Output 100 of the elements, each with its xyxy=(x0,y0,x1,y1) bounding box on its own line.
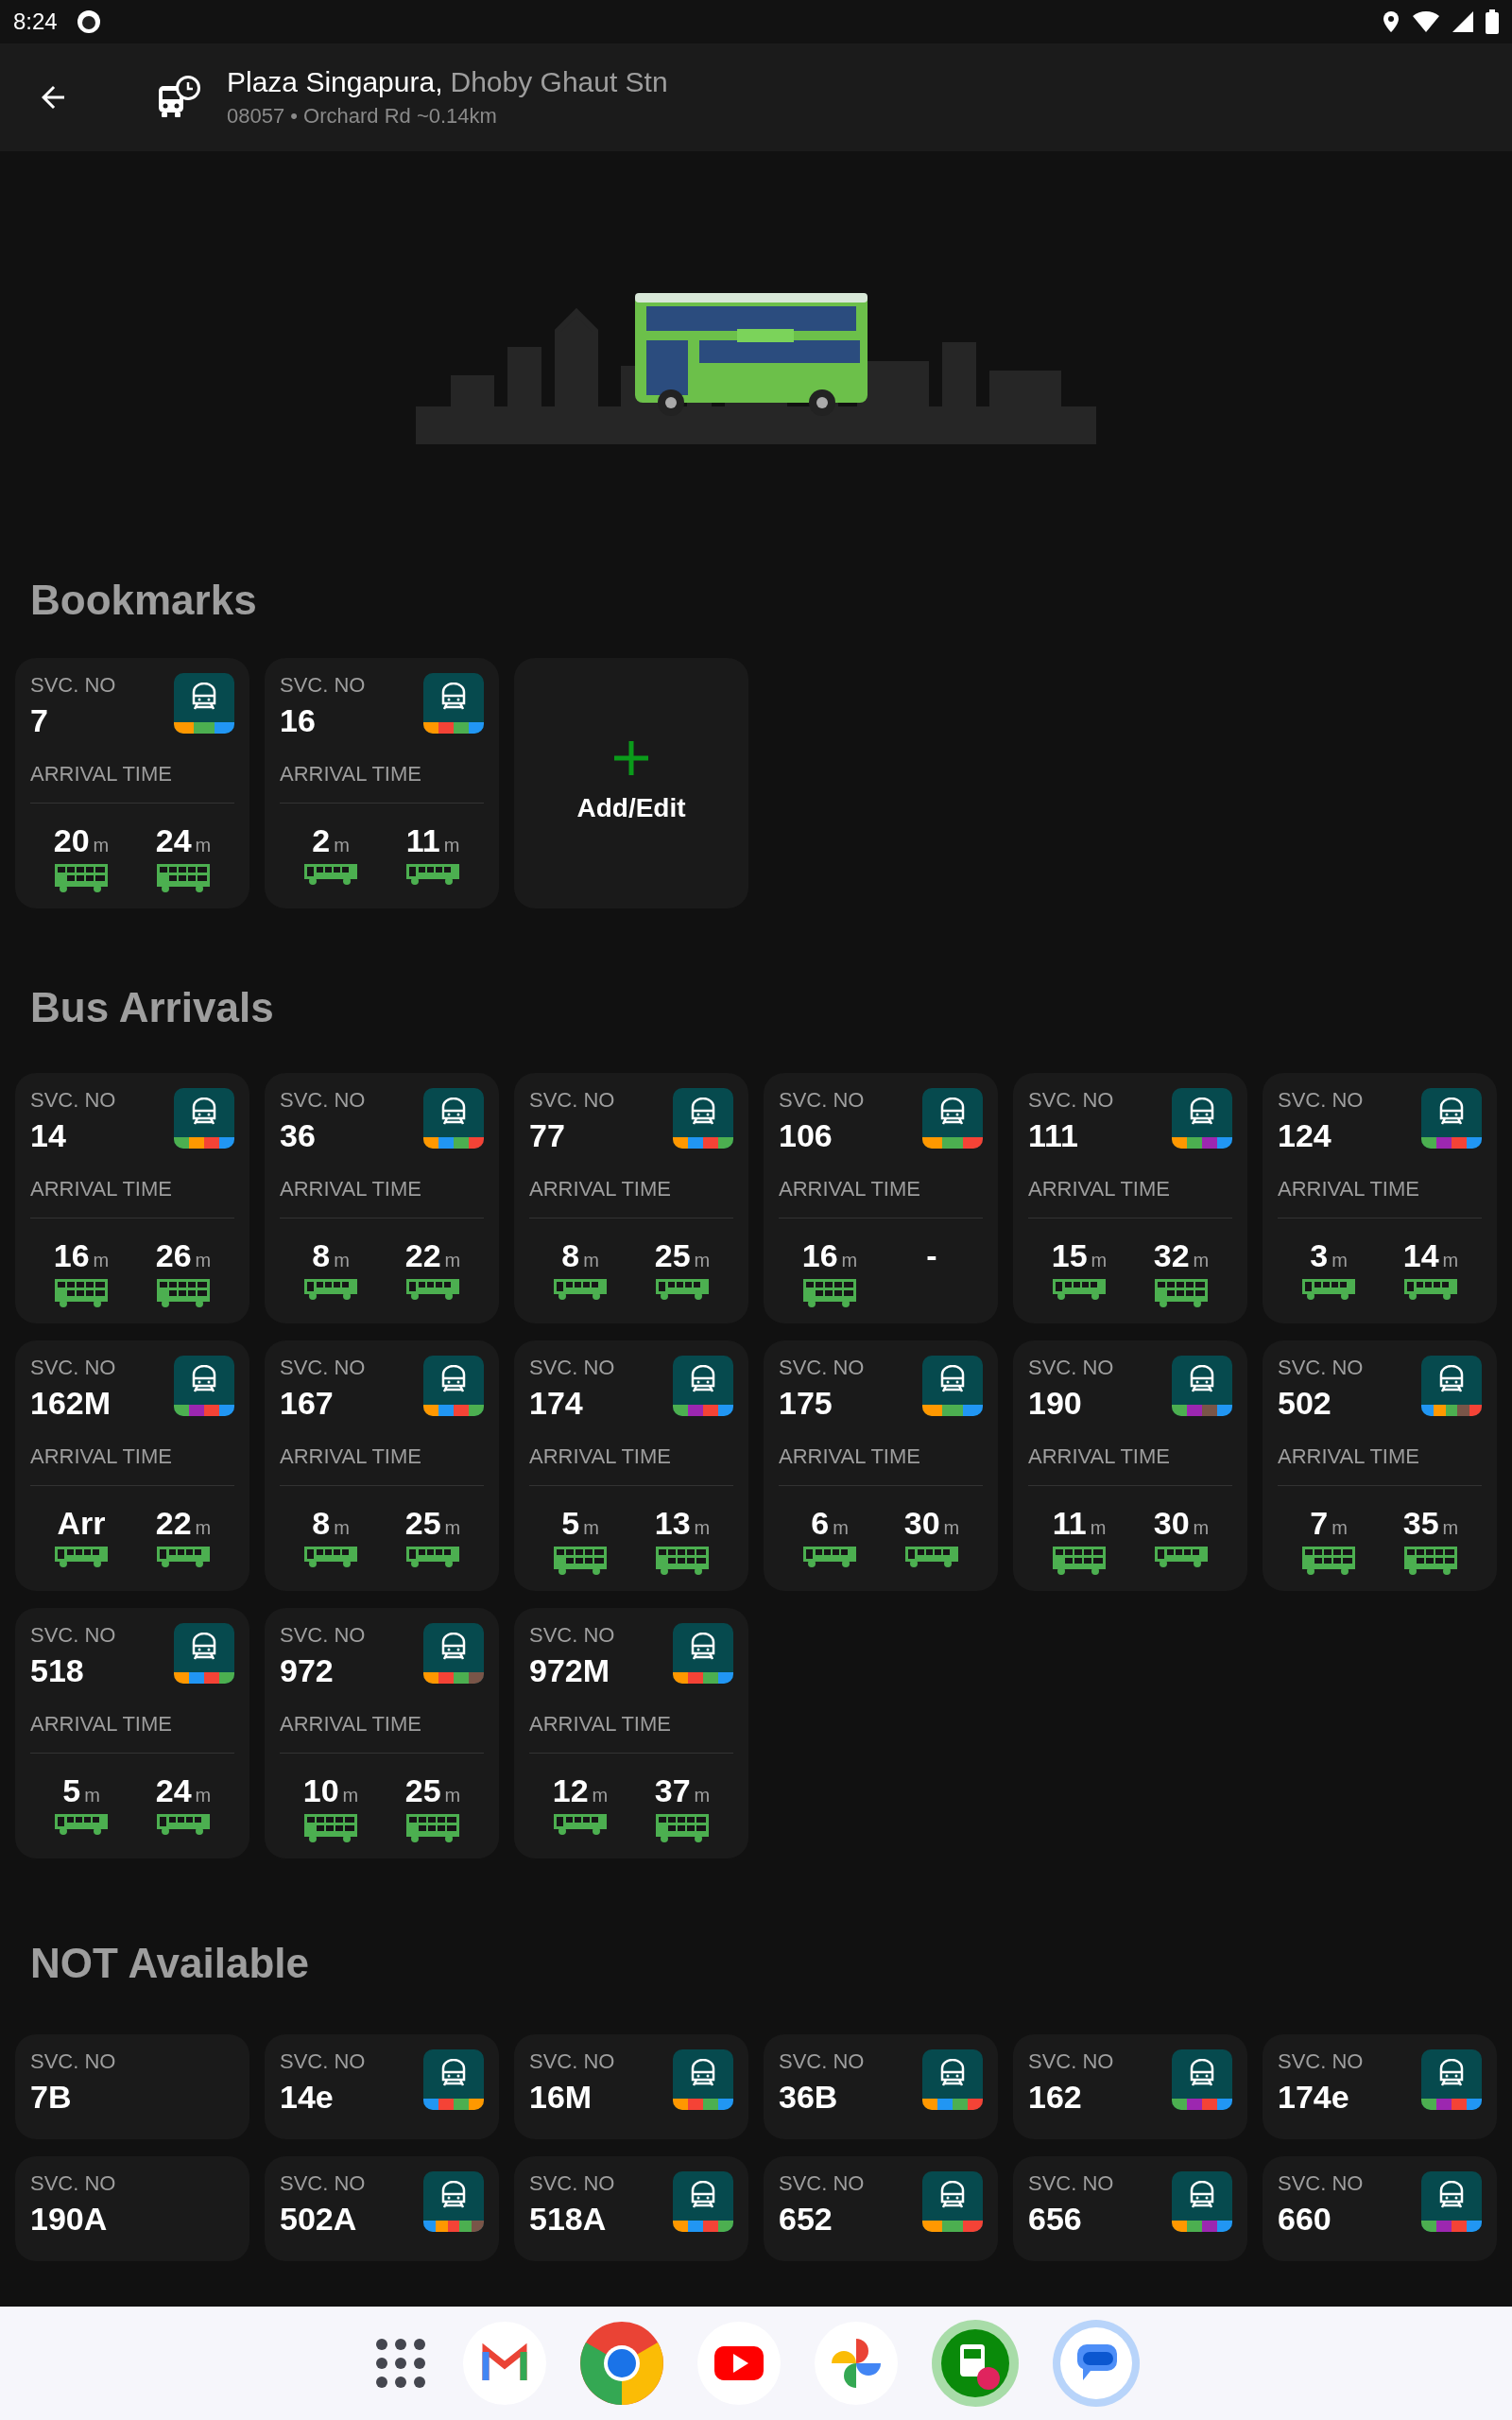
service-card[interactable]: SVC. NO 175 ARRIVAL TIME 6 m 30 m xyxy=(764,1340,998,1591)
svc-no-label: SVC. NO xyxy=(529,2048,615,2075)
minutes-unit: m xyxy=(1442,1249,1459,1272)
section-heading: Bookmarks xyxy=(29,576,258,625)
double-decker-bus-icon xyxy=(1052,1545,1107,1577)
single-deck-bus-icon xyxy=(1403,1277,1458,1302)
bus-app-icon[interactable] xyxy=(932,2320,1019,2407)
arrival-minutes: 11 xyxy=(1052,1504,1087,1543)
service-card[interactable]: SVC. NO 14 ARRIVAL TIME 16 m 26 m xyxy=(15,1073,249,1323)
arrival-minutes: 32 xyxy=(1153,1236,1190,1275)
service-number: 174 xyxy=(529,1384,584,1423)
service-card[interactable]: SVC. NO 106 ARRIVAL TIME 16 m - xyxy=(764,1073,998,1323)
svc-no-label: SVC. NO xyxy=(280,672,366,699)
service-card[interactable]: SVC. NO 972M ARRIVAL TIME 12 m 37 m xyxy=(514,1608,748,1858)
minutes-unit: m xyxy=(1193,1249,1210,1272)
double-decker-bus-icon xyxy=(553,1545,608,1577)
service-number: 7B xyxy=(30,2078,73,2117)
arrival-minutes: 5 xyxy=(561,1504,580,1543)
minutes-unit: m xyxy=(694,1784,711,1807)
service-number: 36B xyxy=(779,2078,839,2117)
service-number: 106 xyxy=(779,1116,833,1155)
svc-no-label: SVC. NO xyxy=(30,1355,116,1381)
service-card[interactable]: SVC. NO 656 xyxy=(1013,2156,1247,2261)
arrival-time-label: ARRIVAL TIME xyxy=(30,1708,234,1754)
single-deck-bus-icon xyxy=(303,862,358,887)
double-decker-bus-icon xyxy=(156,862,211,894)
single-deck-bus-icon xyxy=(303,1277,358,1302)
service-card[interactable]: SVC. NO 174e xyxy=(1263,2034,1497,2139)
svc-no-label: SVC. NO xyxy=(30,1087,116,1114)
arrival-time-label: ARRIVAL TIME xyxy=(30,1173,234,1219)
single-deck-bus-icon xyxy=(303,1545,358,1569)
svc-no-label: SVC. NO xyxy=(529,2170,615,2197)
minutes-unit: m xyxy=(84,1784,100,1807)
service-card[interactable]: SVC. NO 174 ARRIVAL TIME 5 m 13 m xyxy=(514,1340,748,1591)
arrival-minutes: 7 xyxy=(1310,1504,1329,1543)
video-app-icon[interactable] xyxy=(697,2322,781,2405)
service-card[interactable]: SVC. NO 124 ARRIVAL TIME 3 m 14 m xyxy=(1263,1073,1497,1323)
service-card[interactable]: SVC. NO 652 xyxy=(764,2156,998,2261)
service-card[interactable]: SVC. NO 502 ARRIVAL TIME 7 m 35 m xyxy=(1263,1340,1497,1591)
minutes-unit: m xyxy=(1091,1249,1108,1272)
service-card[interactable]: SVC. NO 972 ARRIVAL TIME 10 m 25 m xyxy=(265,1608,499,1858)
service-card[interactable]: SVC. NO 16 ARRIVAL TIME 2 m 11 m xyxy=(265,658,499,908)
browser-app-icon[interactable] xyxy=(580,2322,663,2405)
single-deck-bus-icon xyxy=(553,1812,608,1837)
add-edit-button[interactable]: Add/Edit xyxy=(514,658,748,908)
arrival-minutes: 30 xyxy=(1153,1504,1190,1543)
chat-app-icon[interactable] xyxy=(1053,2320,1140,2407)
arrival-time-label: ARRIVAL TIME xyxy=(1028,1441,1232,1486)
status-time: 8:24 xyxy=(13,8,58,36)
service-number: 7 xyxy=(30,701,49,740)
minutes-unit: m xyxy=(444,1784,461,1807)
svc-no-label: SVC. NO xyxy=(779,1355,865,1381)
svc-no-label: SVC. NO xyxy=(30,672,116,699)
service-card[interactable]: SVC. NO 167 ARRIVAL TIME 8 m 25 m xyxy=(265,1340,499,1591)
service-card[interactable]: SVC. NO 162 xyxy=(1013,2034,1247,2139)
svc-no-label: SVC. NO xyxy=(779,2048,865,2075)
svc-no-label: SVC. NO xyxy=(529,1355,615,1381)
service-card[interactable]: SVC. NO 190 ARRIVAL TIME 11 m 30 m xyxy=(1013,1340,1247,1591)
arrival-minutes: 12 xyxy=(552,1772,589,1810)
arrival-time-label: ARRIVAL TIME xyxy=(529,1708,733,1754)
svc-no-label: SVC. NO xyxy=(1028,1355,1114,1381)
service-card[interactable]: SVC. NO 518 ARRIVAL TIME 5 m 24 m xyxy=(15,1608,249,1858)
mail-app-icon[interactable] xyxy=(463,2322,546,2405)
minutes-unit: m xyxy=(195,1249,212,1272)
arrival-minutes: 14 xyxy=(1402,1236,1439,1275)
arrival-time-label: ARRIVAL TIME xyxy=(1278,1173,1482,1219)
minutes-unit: m xyxy=(195,1784,212,1807)
service-card[interactable]: SVC. NO 190A xyxy=(15,2156,249,2261)
arrival-time-label: ARRIVAL TIME xyxy=(779,1441,983,1486)
service-number: 77 xyxy=(529,1116,566,1155)
service-card[interactable]: SVC. NO 16M xyxy=(514,2034,748,2139)
arrival-minutes: 37 xyxy=(654,1772,691,1810)
double-decker-bus-icon xyxy=(303,1812,358,1844)
double-decker-bus-icon xyxy=(802,1277,857,1309)
service-card[interactable]: SVC. NO 111 ARRIVAL TIME 15 m 32 m xyxy=(1013,1073,1247,1323)
single-deck-bus-icon xyxy=(802,1545,857,1569)
service-card[interactable]: SVC. NO 518A xyxy=(514,2156,748,2261)
service-card[interactable]: SVC. NO 7B xyxy=(15,2034,249,2139)
pinwheel-app-icon[interactable] xyxy=(815,2322,898,2405)
double-decker-bus-icon xyxy=(1154,1277,1209,1309)
service-card[interactable]: SVC. NO 502A xyxy=(265,2156,499,2261)
wifi-icon xyxy=(1412,10,1440,33)
service-card[interactable]: SVC. NO 7 ARRIVAL TIME 20 m 24 m xyxy=(15,658,249,908)
svc-no-label: SVC. NO xyxy=(1278,1087,1364,1114)
minutes-unit: m xyxy=(93,1249,110,1272)
service-card[interactable]: SVC. NO 77 ARRIVAL TIME 8 m 25 m xyxy=(514,1073,748,1323)
arrival-minutes: 3 xyxy=(1310,1236,1329,1275)
service-number: 652 xyxy=(779,2200,833,2238)
service-number: 502A xyxy=(280,2200,358,2238)
minutes-unit: m xyxy=(1442,1516,1459,1540)
service-card[interactable]: SVC. NO 14e xyxy=(265,2034,499,2139)
service-card[interactable]: SVC. NO 36B xyxy=(764,2034,998,2139)
service-card[interactable]: SVC. NO 660 xyxy=(1263,2156,1497,2261)
service-number: 502 xyxy=(1278,1384,1332,1423)
svc-no-label: SVC. NO xyxy=(280,1355,366,1381)
service-card[interactable]: SVC. NO 162M ARRIVAL TIME Arr 22 m xyxy=(15,1340,249,1591)
arrival-minutes: 2 xyxy=(312,821,331,860)
service-number: 124 xyxy=(1278,1116,1332,1155)
service-card[interactable]: SVC. NO 36 ARRIVAL TIME 8 m 22 m xyxy=(265,1073,499,1323)
single-deck-bus-icon xyxy=(553,1277,608,1302)
